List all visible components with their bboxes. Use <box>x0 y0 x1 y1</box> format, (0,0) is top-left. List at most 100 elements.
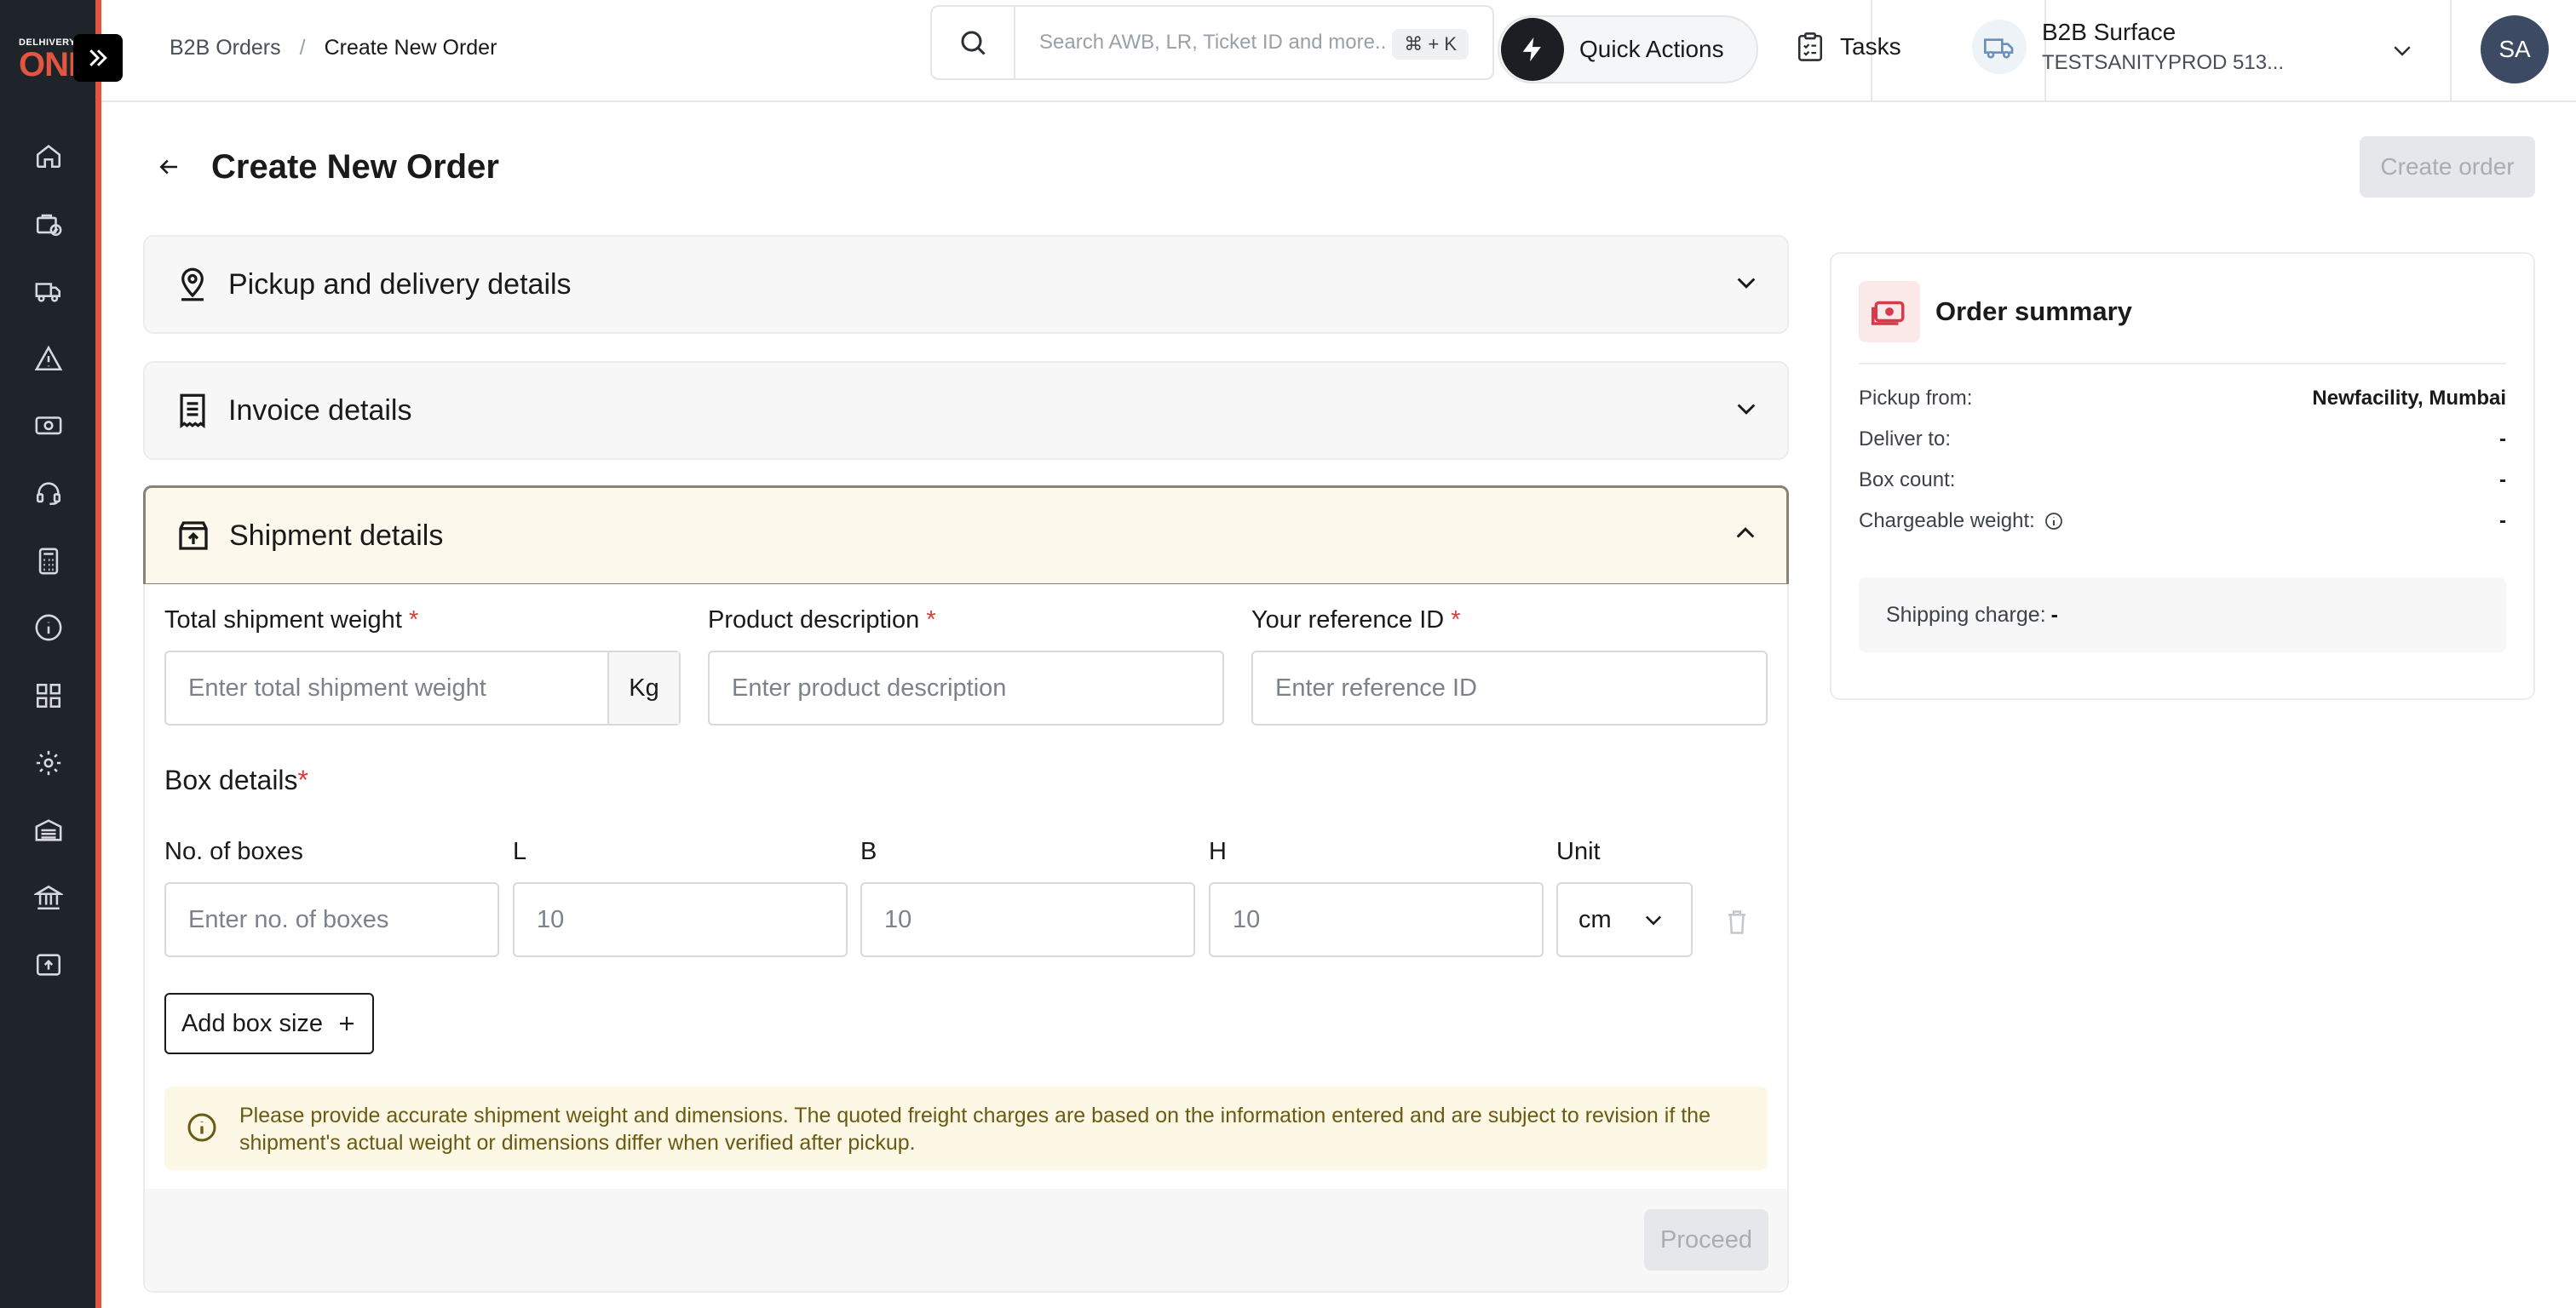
length-input[interactable] <box>537 905 846 934</box>
accordion-pickup-delivery[interactable]: Pickup and delivery details <box>143 235 1789 334</box>
reference-field[interactable] <box>1251 651 1768 726</box>
info-icon[interactable] <box>2044 511 2064 531</box>
logo-main-text: ONE <box>19 46 91 83</box>
info-icon[interactable] <box>32 611 65 644</box>
account-switcher[interactable]: B2B Surface TESTSANITYPROD 513... <box>1972 19 2284 75</box>
chevron-down-icon <box>1733 395 1760 427</box>
breadth-field[interactable] <box>860 882 1195 957</box>
accordion-invoice[interactable]: Invoice details <box>143 361 1789 460</box>
orders-icon[interactable] <box>32 208 65 240</box>
sidebar-accent-bar <box>95 0 101 1308</box>
location-pin-icon <box>175 267 210 301</box>
breadcrumb-current: Create New Order <box>324 36 497 60</box>
summary-row: Deliver to: - <box>1859 427 2506 451</box>
back-arrow-icon[interactable] <box>152 150 186 184</box>
height-label: H <box>1209 838 1227 865</box>
quick-actions-button[interactable]: Quick Actions <box>1498 15 1758 83</box>
height-input[interactable] <box>1233 905 1542 934</box>
truck-icon <box>1972 20 2027 74</box>
summary-row-label: Box count: <box>1859 468 1956 491</box>
boxes-input[interactable] <box>188 905 497 934</box>
expand-sidebar-button[interactable] <box>73 34 123 82</box>
breadth-input[interactable] <box>884 905 1193 934</box>
trash-icon[interactable] <box>1724 908 1750 941</box>
apps-icon[interactable] <box>32 680 65 712</box>
chevron-up-icon <box>1732 520 1759 552</box>
breadcrumb: B2B Orders / Create New Order <box>170 36 497 60</box>
summary-row-value: - <box>2499 468 2506 491</box>
chevron-down-icon <box>1733 269 1760 301</box>
invoice-icon <box>175 393 210 428</box>
shipping-charge-value: - <box>2050 602 2058 627</box>
tasks-button[interactable]: Tasks <box>1796 31 1901 63</box>
length-label: L <box>513 838 527 865</box>
breadth-label: B <box>860 838 877 865</box>
product-label: Product description * <box>708 606 936 634</box>
clipboard-icon <box>1797 32 1823 61</box>
tasks-label: Tasks <box>1840 33 1901 60</box>
quick-actions-label: Quick Actions <box>1579 36 1724 62</box>
cash-icon <box>1859 281 1920 342</box>
weight-label: Total shipment weight * <box>164 606 419 634</box>
weight-field[interactable]: Kg <box>164 651 681 726</box>
chevron-down-icon[interactable] <box>2389 37 2415 67</box>
plus-icon <box>340 1017 354 1030</box>
bank-icon[interactable] <box>32 881 65 914</box>
warehouse-icon[interactable] <box>32 814 65 846</box>
summary-row: Box count: - <box>1859 468 2506 492</box>
upload-icon[interactable] <box>32 949 65 981</box>
weight-input[interactable] <box>188 674 679 703</box>
unit-label: Unit <box>1556 838 1601 865</box>
breadcrumb-separator: / <box>299 36 306 60</box>
breadcrumb-link-b2b-orders[interactable]: B2B Orders <box>170 36 281 60</box>
reference-input[interactable] <box>1275 674 1766 703</box>
product-input[interactable] <box>732 674 1222 703</box>
summary-row-label: Deliver to: <box>1859 427 1952 450</box>
support-icon[interactable] <box>32 477 65 509</box>
settings-icon[interactable] <box>32 747 65 779</box>
truck-icon[interactable] <box>32 275 65 307</box>
order-summary-card: Order summary Pickup from: Newfacility, … <box>1830 252 2535 700</box>
height-field[interactable] <box>1209 882 1544 957</box>
shipping-charge-label: Shipping charge: <box>1886 602 2046 627</box>
calculator-icon[interactable] <box>32 545 65 577</box>
summary-row-label: Pickup from: <box>1859 387 1973 410</box>
brand-logo[interactable]: DELHIVERY ONE <box>19 37 91 89</box>
accordion-shipment[interactable]: Shipment details <box>143 485 1789 586</box>
global-search[interactable]: ⌘ + K <box>930 5 1494 80</box>
add-box-size-button[interactable]: Add box size <box>164 993 374 1054</box>
topbar-divider <box>2450 0 2452 100</box>
alert-icon[interactable] <box>32 342 65 375</box>
product-field[interactable] <box>708 651 1224 726</box>
boxes-label: No. of boxes <box>164 838 303 865</box>
double-chevron-right-icon <box>89 49 107 66</box>
order-summary-title: Order summary <box>1935 296 2132 326</box>
summary-divider <box>1859 363 2506 364</box>
freight-notice: Please provide accurate shipment weight … <box>164 1087 1768 1170</box>
summary-row-value: - <box>2499 509 2506 532</box>
sidebar: DELHIVERY ONE <box>0 0 95 1308</box>
length-field[interactable] <box>513 882 848 957</box>
proceed-button[interactable]: Proceed <box>1644 1209 1768 1271</box>
accordion-title: Invoice details <box>228 393 412 427</box>
accordion-title: Shipment details <box>229 519 444 552</box>
summary-row-label: Chargeable weight: <box>1859 509 2035 532</box>
create-order-button[interactable]: Create order <box>2360 136 2535 198</box>
reference-label: Your reference ID * <box>1251 606 1461 634</box>
box-upload-icon <box>176 519 210 553</box>
form-footer <box>145 1189 1787 1291</box>
info-icon <box>187 1112 217 1147</box>
shipping-charge: Shipping charge: - <box>1859 577 2506 652</box>
summary-row-value: - <box>2499 427 2506 450</box>
payments-icon[interactable] <box>32 409 65 441</box>
summary-row: Pickup from: Newfacility, Mumbai <box>1859 387 2506 410</box>
chevron-down-icon <box>1645 915 1662 926</box>
notice-text: Please provide accurate shipment weight … <box>239 1104 1711 1155</box>
accordion-title: Pickup and delivery details <box>228 267 572 301</box>
box-details-heading: Box details* <box>164 765 308 795</box>
unit-select[interactable]: cm <box>1556 882 1693 957</box>
weight-unit: Kg <box>607 652 679 724</box>
boxes-field[interactable] <box>164 882 499 957</box>
home-icon[interactable] <box>32 140 65 172</box>
avatar[interactable]: SA <box>2481 15 2549 83</box>
